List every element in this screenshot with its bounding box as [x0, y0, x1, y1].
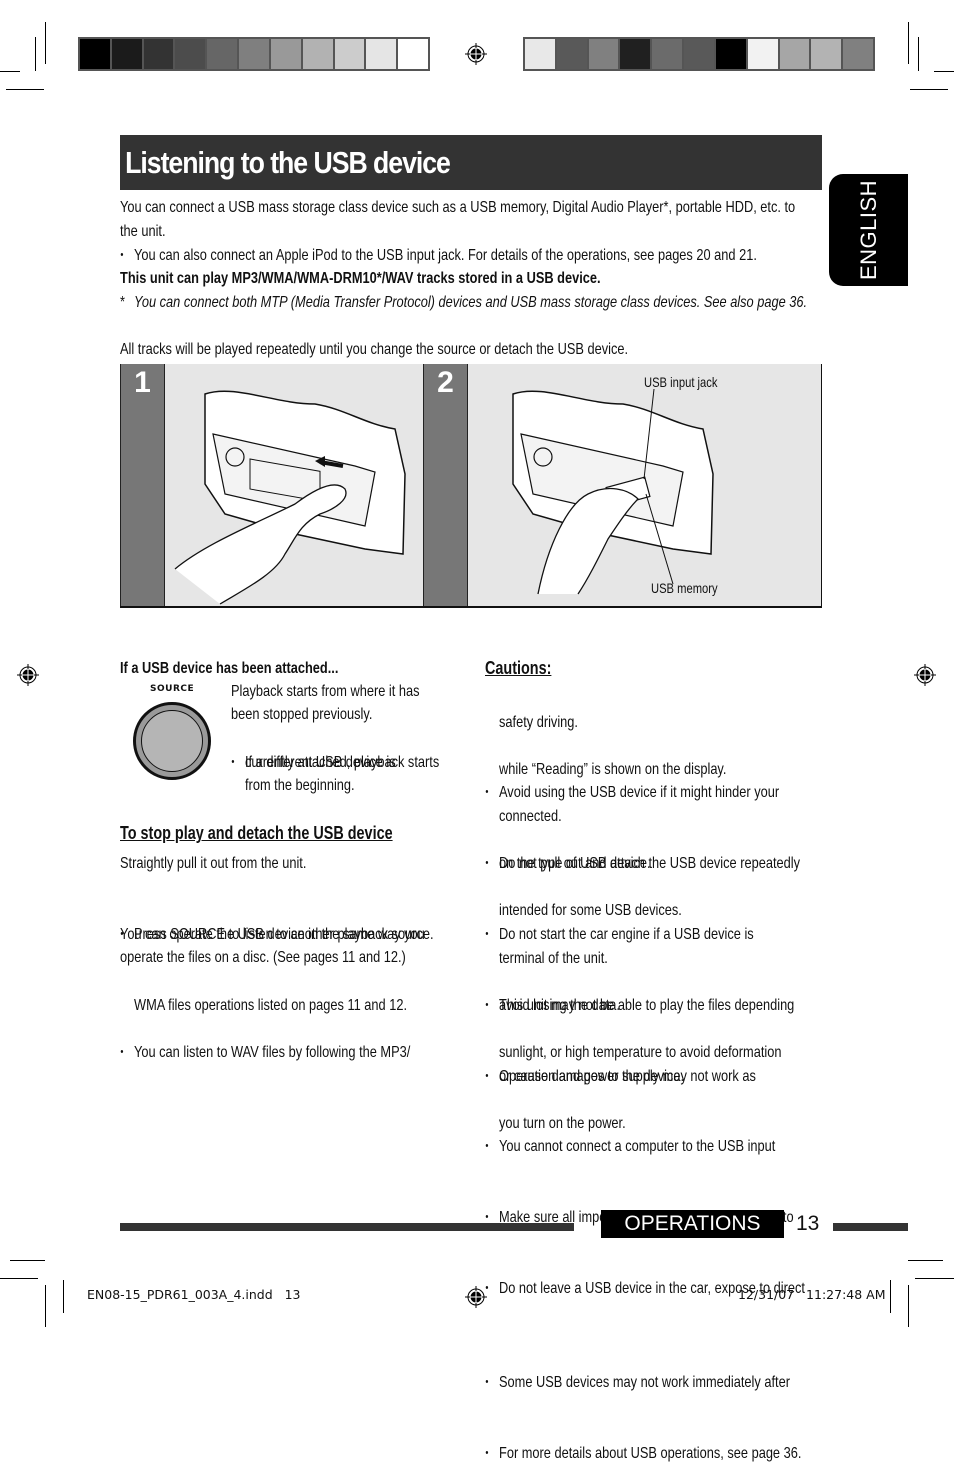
caution-item-continuation: while “Reading” is shown on the display.	[499, 760, 727, 778]
crop-mark	[63, 1280, 64, 1313]
caution-item: Do not start the car engine if a USB dev…	[485, 923, 954, 947]
color-swatch	[398, 39, 428, 69]
crop-mark	[0, 71, 20, 72]
color-swatch	[143, 39, 174, 69]
slug-filename: EN08-15_PDR61_003A_4.indd 13	[87, 1287, 301, 1302]
color-swatch	[111, 39, 142, 69]
crop-mark	[0, 1278, 38, 1279]
footer-rule-right	[833, 1223, 908, 1231]
step-1-panel: 1	[120, 364, 423, 608]
footer-rule-left	[120, 1223, 574, 1231]
caution-item-continuation: sunlight, or high temperature to avoid d…	[499, 1044, 782, 1061]
registration-mark-icon	[914, 664, 936, 686]
intro-line-2: the unit.	[120, 223, 166, 240]
intro-line-1: You can connect a USB mass storage class…	[120, 199, 796, 216]
car-stereo-press-button-illustration	[174, 390, 406, 605]
color-swatch	[175, 39, 206, 69]
registration-mark-icon	[465, 43, 487, 65]
usb-memory-label: USB memory	[651, 580, 718, 596]
crop-mark	[908, 22, 909, 64]
crop-mark	[45, 22, 46, 64]
crop-mark	[45, 1285, 46, 1327]
footnote: You can connect both MTP (Media Transfer…	[134, 294, 808, 311]
step-number: 2	[437, 366, 454, 399]
caution-item-continuation: avoid losing the data.	[499, 996, 620, 1014]
crop-mark	[35, 37, 36, 71]
step-number-badge: 2	[423, 364, 468, 606]
color-swatch	[652, 39, 683, 69]
color-swatch	[270, 39, 301, 69]
source-button-icon	[133, 702, 211, 780]
stop-line-1: Straightly pull it out from the unit.	[120, 855, 307, 872]
page-title: Listening to the USB device	[125, 145, 451, 180]
stop-bullet-2-line-2: WMA files operations listed on pages 11 …	[134, 997, 407, 1014]
stop-heading: To stop play and detach the USB device	[120, 823, 393, 843]
language-tab: ENGLISH	[829, 174, 908, 286]
crop-mark	[908, 1260, 943, 1261]
caution-item-continuation: safety driving.	[499, 713, 578, 731]
crop-mark	[934, 71, 954, 72]
footnote-mark: *	[120, 294, 125, 311]
caution-item: You cannot connect a computer to the USB…	[485, 1135, 954, 1159]
color-swatch	[684, 39, 714, 69]
attached-heading: If a USB device has been attached...	[120, 660, 339, 677]
page-title-band: Listening to the USB device	[120, 135, 822, 190]
registration-mark-icon	[17, 664, 39, 686]
color-swatch	[747, 39, 778, 69]
formats-note: This unit can play MP3/WMA/WMA-DRM10*/WA…	[120, 270, 601, 287]
step-2-panel: 2 USB input jack USB memory	[423, 364, 822, 608]
page-number: 13	[796, 1212, 820, 1235]
color-swatch	[779, 39, 810, 69]
attached-bullet-line-3: from the beginning.	[245, 777, 355, 794]
step-number: 1	[134, 366, 151, 399]
intro-bullet: You can also connect an Apple iPod to th…	[120, 244, 897, 268]
attached-line-1: Playback starts from where it has	[231, 683, 420, 700]
color-swatch	[80, 39, 110, 69]
crop-mark	[6, 89, 44, 90]
stop-para-line-1: You can operate the USB device in the sa…	[120, 926, 425, 943]
caution-item: Do not leave a USB device in the car, ex…	[485, 1277, 954, 1301]
color-swatch	[556, 39, 587, 69]
caution-item-continuation: intended for some USB devices.	[499, 902, 682, 920]
repeat-note: All tracks will be played repeatedly unt…	[120, 341, 629, 358]
stop-para-line-2: operate the files on a disc. (See pages …	[120, 949, 406, 966]
color-swatch	[239, 39, 269, 69]
registration-mark-icon	[465, 1286, 487, 1308]
step-2-illustration: USB input jack USB memory	[468, 364, 821, 606]
color-swatch	[811, 39, 842, 69]
attached-bullet-line-2: currently attached, playback starts	[245, 754, 440, 771]
color-swatch	[525, 39, 555, 69]
color-swatch	[207, 39, 238, 69]
slug-timestamp: 12/31/07 11:27:48 AM	[738, 1287, 886, 1302]
color-swatch	[588, 39, 619, 69]
step-1-illustration	[165, 364, 423, 606]
caution-item-continuation: terminal of the unit.	[499, 949, 608, 967]
color-swatch	[620, 39, 651, 69]
usb-memory-insert-illustration	[512, 388, 714, 595]
usb-input-jack-label: USB input jack	[644, 374, 718, 390]
caution-item-continuation: you turn on the power.	[499, 1114, 626, 1132]
color-swatch	[334, 39, 365, 69]
color-swatch	[715, 39, 746, 69]
step-number-badge: 1	[120, 364, 165, 606]
source-button-label: SOURCE	[150, 684, 195, 694]
color-swatch	[302, 39, 333, 69]
caution-item-continuation: or cause damages to the device.	[499, 1067, 684, 1085]
crop-mark	[918, 37, 919, 71]
color-swatch	[843, 39, 873, 69]
crop-mark	[910, 89, 948, 90]
caution-item-continuation: connected.	[499, 808, 562, 825]
color-calibration-bar-left	[78, 37, 430, 71]
caution-item: Some USB devices may not work immediatel…	[485, 1371, 954, 1395]
caution-item-continuation: on the type of USB device.	[499, 855, 651, 873]
cautions-heading: Cautions:	[485, 658, 552, 678]
attached-line-2: been stopped previously.	[231, 706, 373, 723]
color-calibration-bar-right	[523, 37, 875, 71]
caution-item: For more details about USB operations, s…	[485, 1442, 954, 1466]
crop-mark	[10, 1260, 45, 1261]
caution-item: Avoid using the USB device if it might h…	[485, 781, 954, 805]
color-swatch	[366, 39, 397, 69]
section-label: OPERATIONS	[601, 1210, 784, 1238]
